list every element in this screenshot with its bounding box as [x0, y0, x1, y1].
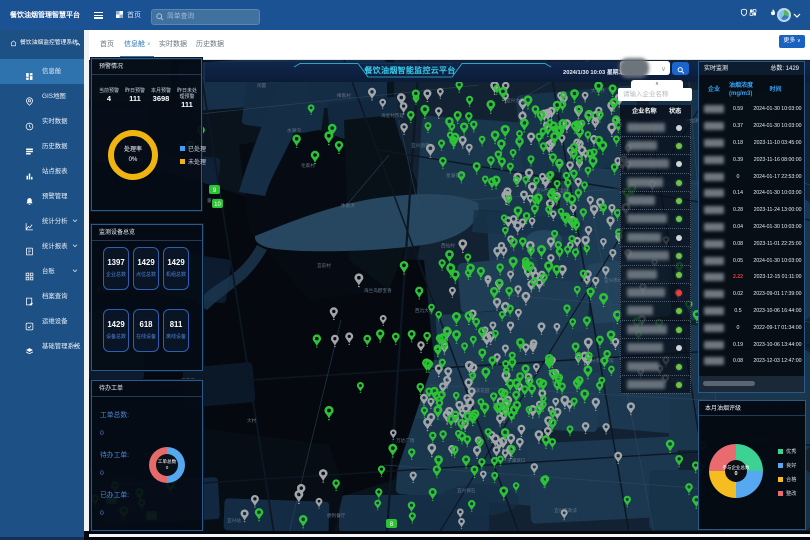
svg-text:万达广场: 万达广场 [396, 437, 415, 444]
svg-text:宜兴站: 宜兴站 [227, 517, 241, 524]
svg-text:大村: 大村 [247, 417, 257, 424]
svg-text:体家浜: 体家浜 [341, 202, 355, 209]
svg-text:便利餐厅: 便利餐厅 [327, 512, 346, 519]
svg-text:10: 10 [214, 202, 221, 208]
svg-text:梅家村: 梅家村 [337, 92, 351, 99]
svg-text:宜兴保石: 宜兴保石 [457, 487, 476, 494]
svg-text:西仙村: 西仙村 [441, 242, 455, 249]
svg-text:宜前村: 宜前村 [317, 262, 331, 269]
svg-text:海星材市延: 海星材市延 [381, 112, 404, 119]
svg-text:水湖沟: 水湖沟 [287, 127, 301, 134]
svg-text:海兰岛郡宝香: 海兰岛郡宝香 [364, 287, 392, 294]
svg-text:毛家村: 毛家村 [301, 162, 315, 168]
svg-text:子潭渡口: 子潭渡口 [507, 457, 526, 464]
svg-text:闲置: 闲置 [257, 82, 267, 89]
